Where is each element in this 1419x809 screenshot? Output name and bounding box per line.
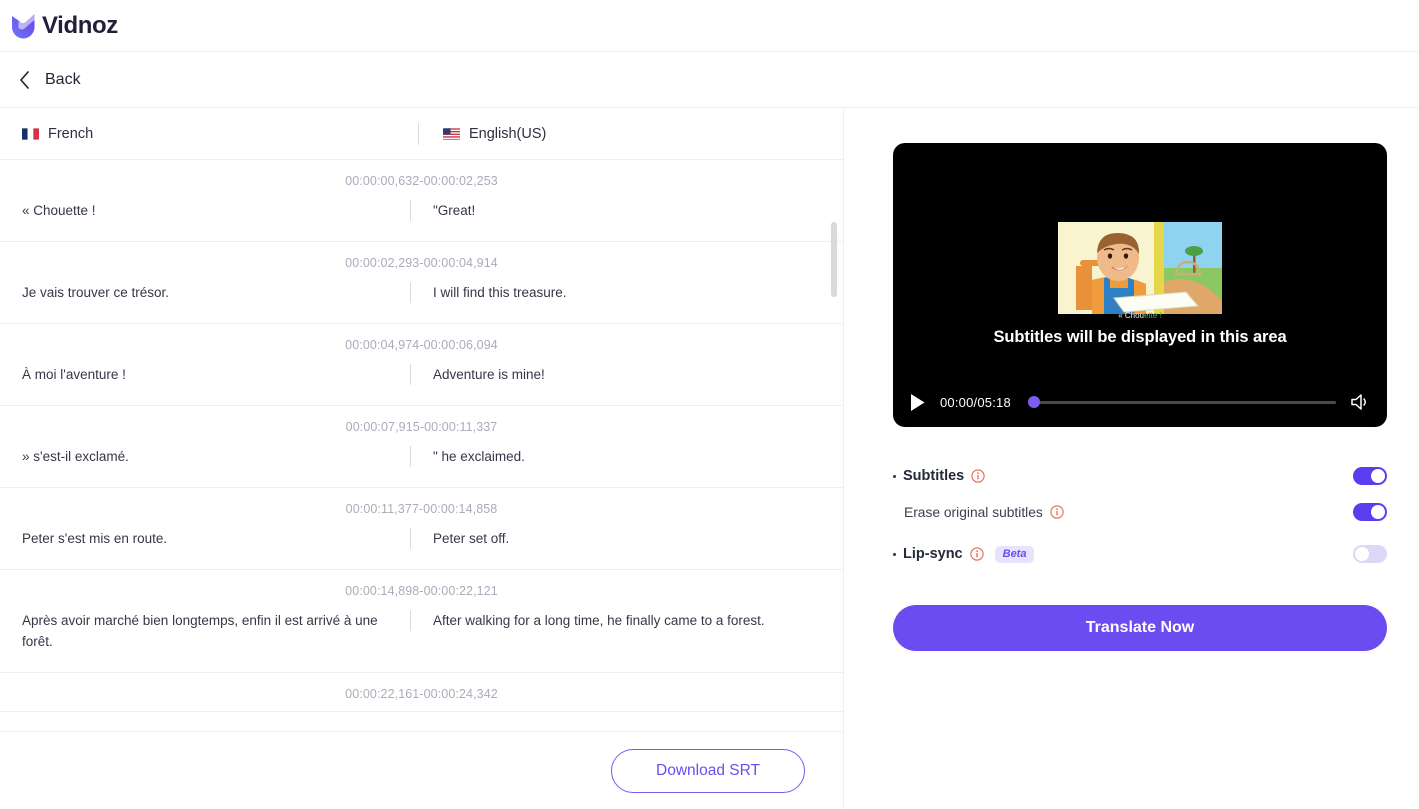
- subtitle-timestamp: 00:00:02,293-00:00:04,914: [345, 256, 498, 270]
- brand-logo[interactable]: Vidnoz: [9, 11, 118, 41]
- subtitle-block[interactable]: 00:00:07,915-00:00:11,337 » s'est-il exc…: [0, 406, 843, 488]
- subtitle-timestamp: 00:00:14,898-00:00:22,121: [345, 584, 498, 598]
- subtitle-scrollbar-thumb[interactable]: [831, 222, 837, 297]
- subtitle-block[interactable]: 00:00:11,377-00:00:14,858 Peter s'est mi…: [0, 488, 843, 570]
- vidnoz-logo-icon: [12, 13, 35, 38]
- brand-bar: Vidnoz: [0, 0, 1419, 52]
- subtitle-source-text[interactable]: Je vais trouver ce trésor.: [22, 282, 410, 303]
- burned-caption-prefix: « Chou: [1118, 311, 1144, 320]
- flag-france-icon: [22, 127, 39, 140]
- subtitle-timestamp: 00:00:22,161-00:00:24,342: [345, 687, 498, 701]
- subtitle-timestamp: 00:00:00,632-00:00:02,253: [345, 174, 498, 188]
- bullet-icon: [893, 474, 896, 478]
- subtitle-source-text[interactable]: Peter s'est mis en route.: [22, 528, 410, 549]
- subtitle-target-text[interactable]: "Great!: [410, 200, 821, 221]
- language-header: French English(US): [0, 108, 843, 160]
- subtitle-source-text[interactable]: À moi l'aventure !: [22, 364, 410, 385]
- subtitle-source-text[interactable]: « Chouette !: [22, 200, 410, 221]
- burned-caption-highlight: ette !: [1144, 311, 1162, 320]
- burned-in-caption: « Chouette !: [893, 311, 1387, 320]
- subtitle-row: Je vais trouver ce trésor. I will find t…: [0, 280, 843, 323]
- main-content: French English(US) 00:00:00,632-00:00:02…: [0, 108, 1419, 809]
- subtitle-placeholder-overlay: Subtitles will be displayed in this area: [993, 328, 1287, 346]
- setting-row-erase-original-subtitles: Erase original subtitles: [893, 494, 1387, 530]
- video-frame-thumbnail: [1058, 222, 1222, 314]
- subtitle-timestamp: 00:00:11,377-00:00:14,858: [345, 502, 498, 516]
- subtitle-list[interactable]: 00:00:00,632-00:00:02,253 « Chouette ! "…: [0, 160, 843, 731]
- beta-badge: Beta: [994, 545, 1035, 563]
- subtitle-scrollbar[interactable]: [831, 212, 837, 731]
- translate-now-button[interactable]: Translate Now: [893, 605, 1387, 651]
- subtitle-target-text[interactable]: I will find this treasure.: [410, 282, 821, 303]
- subtitle-target-text[interactable]: " he exclaimed.: [410, 446, 821, 467]
- target-language-selector[interactable]: English(US): [418, 122, 547, 145]
- subtitle-block[interactable]: 00:00:02,293-00:00:04,914 Je vais trouve…: [0, 242, 843, 324]
- video-progress-slider[interactable]: [1028, 395, 1336, 409]
- preview-panel: « Chouette ! Subtitles will be displayed…: [844, 108, 1419, 809]
- subtitle-timestamp: 00:00:04,974-00:00:06,094: [345, 338, 498, 352]
- subtitle-block[interactable]: 00:00:22,161-00:00:24,342: [0, 673, 843, 712]
- setting-row-lip-sync: Lip-sync Beta: [893, 536, 1387, 572]
- back-button[interactable]: Back: [12, 66, 87, 94]
- subtitle-source-text[interactable]: » s'est-il exclamé.: [22, 446, 410, 467]
- subtitle-row: « Chouette ! "Great!: [0, 198, 843, 241]
- video-player[interactable]: « Chouette ! Subtitles will be displayed…: [893, 143, 1387, 427]
- video-progress-knob[interactable]: [1028, 396, 1040, 408]
- translation-settings: Subtitles Erase original subtitles Lip-s…: [893, 458, 1387, 651]
- toggle-knob: [1371, 469, 1385, 483]
- toggle-knob: [1371, 505, 1385, 519]
- volume-icon[interactable]: [1350, 393, 1370, 411]
- video-progress-track: [1028, 400, 1336, 404]
- video-still-illustration: [1058, 222, 1222, 314]
- subtitle-target-text[interactable]: After walking for a long time, he finall…: [410, 610, 821, 631]
- source-language-selector[interactable]: French: [22, 126, 418, 142]
- flag-usa-icon: [443, 127, 460, 140]
- info-icon[interactable]: [969, 547, 984, 561]
- subtitle-block[interactable]: 00:00:14,898-00:00:22,121 Après avoir ma…: [0, 570, 843, 673]
- subtitle-row: » s'est-il exclamé. " he exclaimed.: [0, 444, 843, 487]
- brand-name: Vidnoz: [42, 11, 118, 39]
- subtitle-row: À moi l'aventure ! Adventure is mine!: [0, 362, 843, 405]
- toggle-subtitles[interactable]: [1353, 467, 1387, 485]
- toggle-lip-sync[interactable]: [1353, 545, 1387, 563]
- setting-label-erase-original-subtitles: Erase original subtitles: [904, 504, 1043, 520]
- subtitle-timestamp: 00:00:07,915-00:00:11,337: [345, 420, 498, 434]
- subtitle-block[interactable]: 00:00:00,632-00:00:02,253 « Chouette ! "…: [0, 160, 843, 242]
- subtitle-target-text[interactable]: Peter set off.: [410, 528, 821, 549]
- back-bar: Back: [0, 52, 1419, 108]
- setting-label-subtitles: Subtitles: [903, 468, 965, 484]
- subtitle-list-inner: 00:00:00,632-00:00:02,253 « Chouette ! "…: [0, 160, 843, 712]
- info-icon[interactable]: [971, 469, 985, 483]
- setting-row-subtitles: Subtitles: [893, 458, 1387, 494]
- setting-label-lip-sync: Lip-sync: [903, 546, 963, 562]
- subtitle-target-text[interactable]: Adventure is mine!: [410, 364, 821, 385]
- subtitle-source-text[interactable]: Après avoir marché bien longtemps, enfin…: [22, 610, 410, 652]
- subtitle-panel: French English(US) 00:00:00,632-00:00:02…: [0, 108, 844, 809]
- video-time-display: 00:00/05:18: [940, 394, 1011, 410]
- back-label: Back: [45, 70, 81, 88]
- bullet-icon: [893, 552, 896, 556]
- subtitle-row: Après avoir marché bien longtemps, enfin…: [0, 608, 843, 672]
- play-icon[interactable]: [909, 393, 926, 412]
- video-controls: 00:00/05:18: [893, 377, 1387, 427]
- subtitle-row: Peter s'est mis en route. Peter set off.: [0, 526, 843, 569]
- toggle-knob: [1355, 547, 1369, 561]
- toggle-erase-original-subtitles[interactable]: [1353, 503, 1387, 521]
- source-language-label: French: [48, 125, 94, 142]
- chevron-left-icon: [20, 70, 29, 89]
- info-icon[interactable]: [1050, 505, 1064, 519]
- subtitle-footer: Download SRT: [0, 731, 843, 809]
- target-language-label: English(US): [469, 125, 547, 142]
- download-srt-button[interactable]: Download SRT: [611, 748, 805, 793]
- subtitle-block[interactable]: 00:00:04,974-00:00:06,094 À moi l'aventu…: [0, 324, 843, 406]
